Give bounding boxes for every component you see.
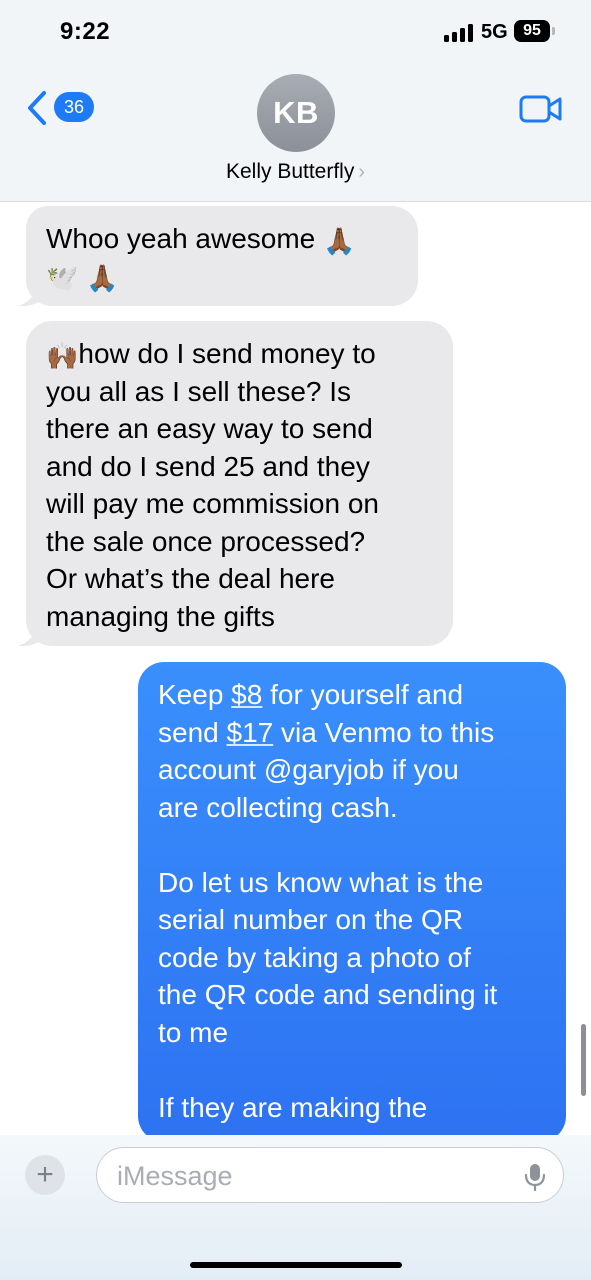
message-line: code by taking a photo of xyxy=(158,941,471,973)
back-button[interactable]: 36 xyxy=(26,90,96,126)
video-call-icon[interactable] xyxy=(519,95,563,123)
battery-icon: 95 xyxy=(514,20,550,42)
bubble-tail xyxy=(18,622,44,647)
plus-icon[interactable]: + xyxy=(25,1155,65,1195)
message-line: there an easy way to send xyxy=(46,413,373,444)
message-line: you all as I sell these? Is xyxy=(46,375,352,407)
message-line: and do I send 25 and they xyxy=(46,450,370,482)
bubble-tail xyxy=(18,282,44,307)
contact-name: Kelly Butterfly xyxy=(225,160,355,183)
message-line: to me xyxy=(158,1016,229,1048)
message-text: Whoo yeah awesome xyxy=(46,223,316,254)
message-line: how do I send money to xyxy=(78,338,376,369)
dove-emoji: 🕊️ xyxy=(46,263,79,294)
scroll-indicator[interactable] xyxy=(581,1024,586,1096)
message-input[interactable]: iMessage xyxy=(96,1147,564,1203)
contact-name-button[interactable]: Kelly Butterfly › xyxy=(0,160,591,184)
battery-tip xyxy=(552,27,555,35)
message-line: serial number on the QR xyxy=(158,904,464,935)
outgoing-message[interactable]: Keep $8 for yourself and send $17 via Ve… xyxy=(138,662,566,1142)
amount-link[interactable]: $17 xyxy=(227,717,274,748)
status-bar: 9:22 5G 95 xyxy=(0,0,591,64)
message-line: Do let us know what is the xyxy=(158,866,484,898)
message-line: will pay me commission on xyxy=(46,488,379,519)
unread-count-badge: 36 xyxy=(54,92,94,122)
praying-hands-emoji: 🙏🏾 xyxy=(86,263,119,294)
praying-hands-emoji: 🙏🏾 xyxy=(323,225,356,256)
amount-link[interactable]: $8 xyxy=(231,679,262,710)
microphone-icon[interactable] xyxy=(524,1162,546,1192)
avatar[interactable]: KB xyxy=(257,74,335,152)
back-chevron-icon xyxy=(28,91,46,125)
message-line: account @garyjob if you xyxy=(158,754,459,785)
chevron-right-icon: › xyxy=(358,161,366,183)
incoming-message[interactable]: 🙌🏾how do I send money to you all as I se… xyxy=(26,321,453,646)
message-line: If they are making the xyxy=(158,1091,428,1123)
message-line: are collecting cash. xyxy=(158,791,398,823)
raised-hands-emoji: 🙌🏾 xyxy=(46,340,79,371)
conversation-header: 9:22 5G 95 36 KB Kelly Butterfly › xyxy=(0,0,591,202)
status-time: 9:22 xyxy=(60,18,111,45)
message-line: the QR code and sending it xyxy=(158,979,498,1010)
message-line: the sale once processed? xyxy=(46,525,366,557)
home-indicator[interactable] xyxy=(190,1262,402,1268)
incoming-message[interactable]: Whoo yeah awesome 🙏🏾 🕊️ 🙏🏾 xyxy=(26,206,418,306)
message-line: Or what’s the deal here xyxy=(46,563,335,594)
compose-bar: + iMessage xyxy=(0,1135,591,1280)
cellular-signal-icon xyxy=(444,24,474,42)
message-line: managing the gifts xyxy=(46,600,275,632)
network-label: 5G xyxy=(481,21,508,43)
message-input-placeholder: iMessage xyxy=(117,1161,233,1191)
